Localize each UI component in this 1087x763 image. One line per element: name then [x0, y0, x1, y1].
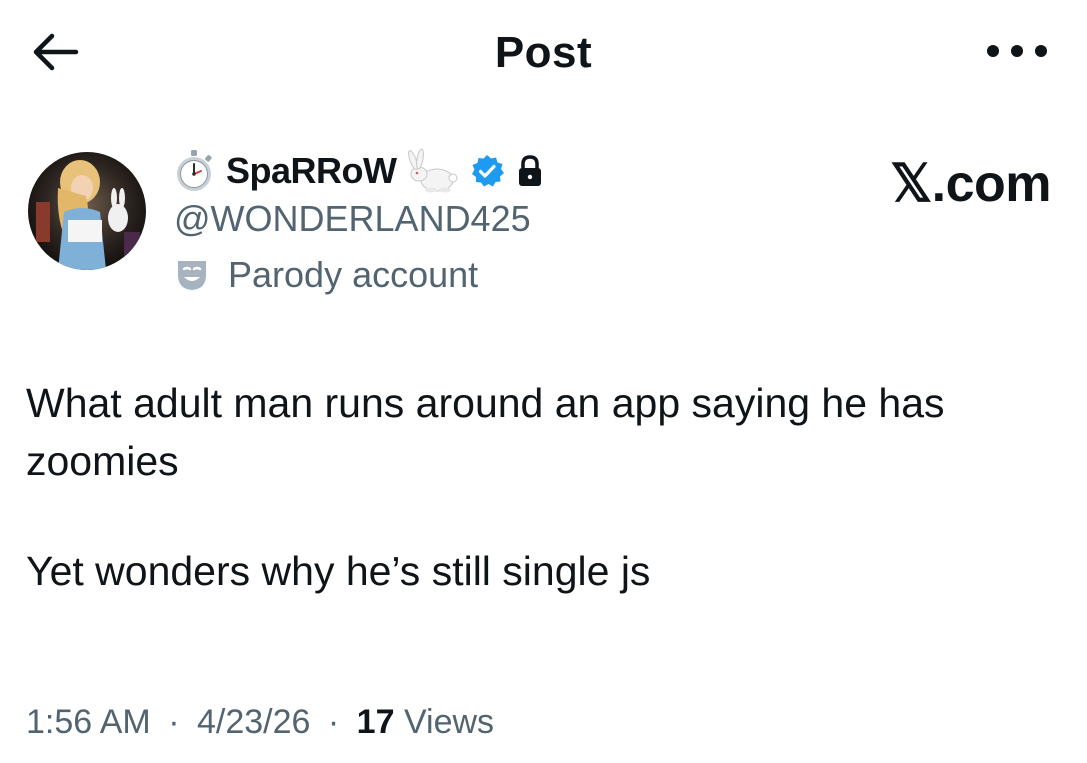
post-metadata: 1:56 AM · 4/23/26 · 17 Views — [26, 703, 494, 742]
x-com-watermark: 𝕏.com — [890, 155, 1051, 213]
more-dot — [1011, 45, 1023, 57]
stopwatch-icon — [177, 150, 212, 191]
author-display-name: SpaRRoW — [226, 150, 397, 191]
post-detail-page: Post SpaRRoW @WONDERLAND425 Parody accou… — [0, 0, 1087, 763]
author-avatar[interactable] — [28, 152, 146, 270]
parody-mask-icon — [178, 261, 206, 290]
more-options-button[interactable] — [987, 36, 1047, 66]
verified-badge-icon — [471, 155, 504, 187]
meta-separator: · — [168, 703, 180, 741]
post-time[interactable]: 1:56 AM — [26, 703, 151, 741]
more-horizontal-icon — [987, 45, 999, 57]
author-handle[interactable]: @WONDERLAND425 — [174, 198, 531, 240]
views-count[interactable]: 17 — [357, 703, 395, 741]
page-title: Post — [494, 28, 593, 77]
rabbit-icon — [407, 148, 457, 193]
post-date[interactable]: 4/23/26 — [197, 703, 310, 741]
more-dot — [1035, 45, 1047, 57]
parody-label-text: Parody account — [228, 254, 479, 295]
post-text: What adult man runs around an app saying… — [26, 374, 1076, 600]
lock-icon — [518, 155, 541, 186]
avatar-image — [28, 152, 146, 270]
parody-account-label: Parody account — [174, 252, 478, 298]
post-paragraph: What adult man runs around an app saying… — [26, 380, 945, 484]
post-paragraph: Yet wonders why he’s still single js — [26, 548, 651, 594]
author-name-row[interactable]: SpaRRoW — [172, 148, 545, 194]
meta-separator: · — [327, 703, 340, 741]
views-label[interactable]: Views — [404, 703, 494, 741]
top-navigation-bar: Post — [0, 0, 1087, 110]
